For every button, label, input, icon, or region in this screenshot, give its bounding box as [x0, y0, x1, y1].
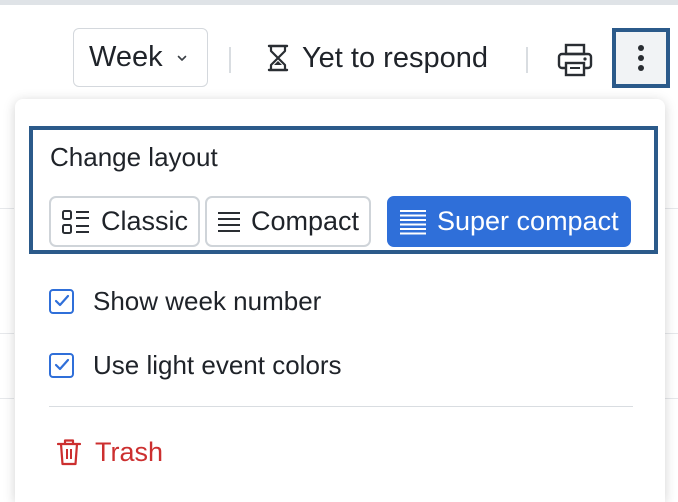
toolbar-separator [526, 47, 528, 73]
change-layout-section: Change layout Classic Compact Super comp… [29, 126, 658, 254]
change-layout-title: Change layout [50, 142, 218, 172]
light-event-colors-checkbox[interactable] [49, 352, 74, 378]
light-event-colors-label: Use light event colors [93, 349, 342, 380]
respond-filter-label: Yet to respond [302, 41, 488, 74]
show-week-number-label: Show week number [93, 285, 322, 316]
respond-filter-button[interactable]: Yet to respond [266, 38, 488, 78]
trash-menu-item[interactable]: Trash [57, 432, 163, 472]
printer-icon [557, 43, 593, 77]
trash-icon [57, 439, 81, 466]
grid-line [664, 208, 678, 209]
layout-compact-label: Compact [251, 206, 360, 236]
grid-line [0, 208, 14, 209]
grid-line [664, 398, 678, 399]
toolbar-separator [229, 47, 231, 73]
show-week-number-checkbox[interactable] [49, 288, 74, 314]
grid-line [664, 333, 678, 334]
super-compact-layout-icon [400, 209, 426, 234]
hourglass-icon [267, 44, 289, 72]
layout-classic-button[interactable]: Classic [49, 196, 201, 247]
chevron-down-icon [177, 55, 186, 61]
more-options-button[interactable] [612, 28, 670, 88]
classic-layout-icon [62, 209, 89, 234]
view-select-value: Week [89, 41, 163, 73]
view-select[interactable]: Week [73, 28, 208, 87]
checkmark-icon [54, 294, 69, 307]
light-event-colors-option[interactable]: Use light event colors [49, 348, 342, 382]
layout-classic-label: Classic [101, 206, 189, 236]
grid-line [0, 398, 14, 399]
checkmark-icon [54, 358, 69, 371]
compact-layout-icon [218, 211, 240, 232]
more-options-menu: Change layout Classic Compact Super comp… [15, 99, 665, 502]
more-vertical-icon [638, 45, 644, 71]
print-button[interactable] [556, 42, 594, 78]
layout-super-compact-button[interactable]: Super compact [387, 196, 631, 247]
layout-super-compact-label: Super compact [437, 206, 619, 236]
trash-label: Trash [95, 436, 164, 467]
grid-line [0, 333, 14, 334]
layout-compact-button[interactable]: Compact [205, 196, 372, 247]
menu-divider [49, 406, 633, 407]
show-week-number-option[interactable]: Show week number [49, 284, 321, 318]
